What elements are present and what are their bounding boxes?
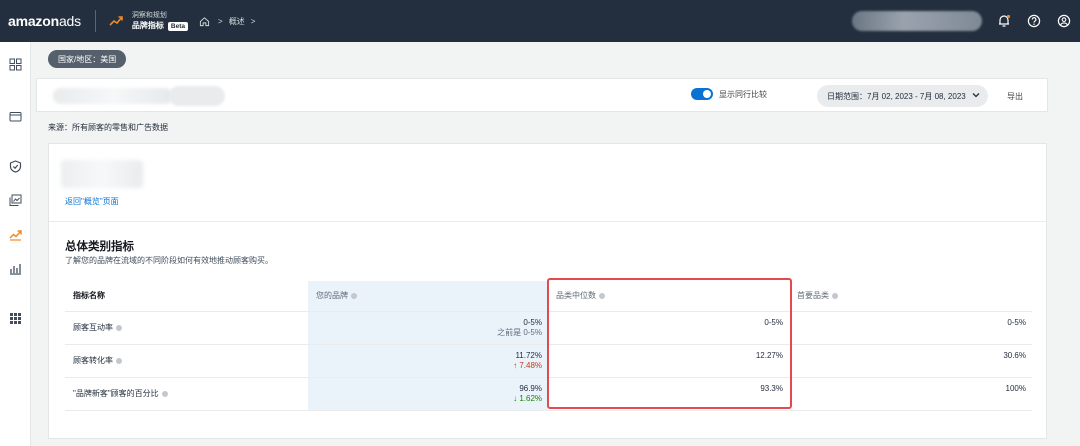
country-filter-chip[interactable]: 国家/地区：美国: [48, 50, 127, 68]
header-category-median: 品类中位数: [548, 281, 789, 312]
brand-value: 0-5%: [523, 317, 542, 327]
help-icon[interactable]: [1026, 13, 1042, 29]
shield-icon[interactable]: [7, 158, 23, 174]
metric-name-cell: "品牌新客"顾客的百分比: [65, 377, 308, 411]
header-label: 您的品牌: [316, 291, 348, 301]
date-range-dropdown[interactable]: 日期范围：7月 02, 2023 - 7月 08, 2023: [817, 85, 988, 107]
top-category-cell: 0-5%: [789, 311, 1032, 345]
data-source-note: 来源：所有顾客的零售和广告数据: [48, 123, 168, 132]
category-median-cell: 93.3%: [548, 377, 789, 411]
info-icon[interactable]: [161, 390, 168, 397]
export-button[interactable]: 导出: [1007, 91, 1023, 102]
your-brand-cell: 96.9% ↓ 1.62%: [308, 377, 548, 411]
metric-name-cell: 顾客转化率: [65, 344, 308, 378]
reports-bar-chart-icon[interactable]: [7, 260, 23, 276]
filter-bar: 显示同行比较 日期范围：7月 02, 2023 - 7月 08, 2023 导出: [36, 78, 1048, 112]
info-icon[interactable]: [832, 293, 838, 300]
apps-menu-icon[interactable]: [7, 310, 23, 326]
chevron-down-icon: [972, 91, 980, 101]
user-profile-icon[interactable]: [1056, 13, 1072, 29]
account-selector[interactable]: [852, 11, 982, 31]
beta-badge: Beta: [167, 21, 189, 31]
peer-comparison-toggle-group[interactable]: 显示同行比较: [691, 88, 767, 100]
category-median-cell: 12.27%: [548, 344, 789, 378]
median-value: 0-5%: [764, 317, 783, 327]
top-category-value: 100%: [1005, 383, 1026, 393]
info-icon[interactable]: [116, 324, 122, 331]
category-metrics-table: 指标名称 您的品牌 品类中位数 首要品类 顾客互动率 0-5% 之前是 0-5%…: [65, 281, 1032, 411]
peer-comparison-label: 显示同行比较: [719, 89, 767, 99]
info-icon[interactable]: [116, 357, 122, 364]
category-median-cell: 0-5%: [548, 311, 789, 345]
header-label: 首要品类: [797, 291, 829, 301]
notification-bell-icon[interactable]: [996, 13, 1012, 29]
metric-name: 顾客转化率: [73, 356, 113, 365]
breadcrumb-overview[interactable]: 概述: [229, 16, 245, 27]
amazon-ads-logo[interactable]: amazonads: [8, 13, 81, 29]
media-library-icon[interactable]: [7, 192, 23, 208]
divider: [94, 10, 96, 32]
dashboard-grid-icon[interactable]: [7, 56, 23, 72]
category-selector-redacted[interactable]: [169, 86, 225, 106]
brand-name-redacted: [61, 160, 143, 188]
median-value: 12.27%: [755, 350, 783, 360]
table-row: 顾客转化率 11.72% ↑ 7.48% 12.27% 30.6%: [65, 344, 1032, 378]
info-icon[interactable]: [351, 293, 357, 300]
metric-name-cell: 顾客互动率: [65, 311, 308, 345]
metric-name: 顾客互动率: [73, 323, 113, 332]
app-switcher[interactable]: 洞察和规划 品牌指标 Beta: [131, 11, 189, 31]
median-value: 93.3%: [760, 383, 783, 393]
breadcrumb-separator: >: [218, 16, 223, 26]
header-top-category: 首要品类: [789, 281, 1032, 312]
app-title: 品牌指标: [131, 21, 164, 30]
top-category-cell: 30.6%: [789, 344, 1032, 378]
breadcrumb: > 概述 >: [196, 13, 255, 29]
top-category-value: 30.6%: [1003, 350, 1026, 360]
table-row: "品牌新客"顾客的百分比 96.9% ↓ 1.62% 93.3% 100%: [65, 377, 1032, 411]
section-subtitle: 了解您的品牌在流域的不同阶段如何有效地推动顾客购买。: [65, 256, 273, 265]
wallet-icon[interactable]: [7, 108, 23, 124]
header-metric-name: 指标名称: [65, 281, 308, 312]
breadcrumb-separator: >: [250, 16, 256, 26]
peer-comparison-toggle[interactable]: [691, 88, 713, 100]
header-label: 品类中位数: [556, 291, 596, 301]
section-title: 总体类别指标: [65, 241, 134, 253]
top-category-value: 0-5%: [1007, 317, 1026, 327]
your-brand-cell: 11.72% ↑ 7.48%: [308, 344, 548, 378]
category-metrics-card: 返回"概览"页面 总体类别指标 了解您的品牌在流域的不同阶段如何有效地推动顾客购…: [48, 143, 1047, 439]
brand-change-up: ↑ 7.48%: [513, 360, 542, 370]
brand-change-down: ↓ 1.62%: [513, 393, 542, 403]
top-category-cell: 100%: [789, 377, 1032, 411]
table-header-row: 指标名称 您的品牌 品类中位数 首要品类: [65, 281, 1032, 312]
brand-value: 96.9%: [519, 383, 542, 393]
your-brand-cell: 0-5% 之前是 0-5%: [308, 311, 548, 345]
header-your-brand: 您的品牌: [308, 281, 548, 312]
info-icon[interactable]: [599, 293, 605, 300]
app-subtitle: 洞察和规划: [131, 12, 167, 19]
left-navigation-rail: [0, 42, 31, 446]
date-range-value: 日期范围：7月 02, 2023 - 7月 08, 2023: [827, 91, 966, 101]
insights-trend-icon[interactable]: [7, 226, 23, 242]
logo-text: amazon: [8, 13, 59, 29]
brand-value: 11.72%: [515, 350, 542, 360]
brand-selector-redacted[interactable]: [53, 88, 173, 104]
header-label: 指标名称: [73, 291, 105, 301]
logo-text-ads: ads: [58, 13, 81, 29]
back-to-overview-link[interactable]: 返回"概览"页面: [65, 196, 119, 207]
top-navigation-bar: amazonads 洞察和规划 品牌指标 Beta > 概述 >: [0, 0, 1080, 42]
home-icon[interactable]: [196, 13, 212, 29]
brand-previous-value: 之前是 0-5%: [497, 327, 542, 337]
metric-name: "品牌新客"顾客的百分比: [73, 389, 159, 398]
trend-chart-icon: [108, 13, 124, 29]
table-row: 顾客互动率 0-5% 之前是 0-5% 0-5% 0-5%: [65, 311, 1032, 345]
divider: [49, 221, 1046, 222]
